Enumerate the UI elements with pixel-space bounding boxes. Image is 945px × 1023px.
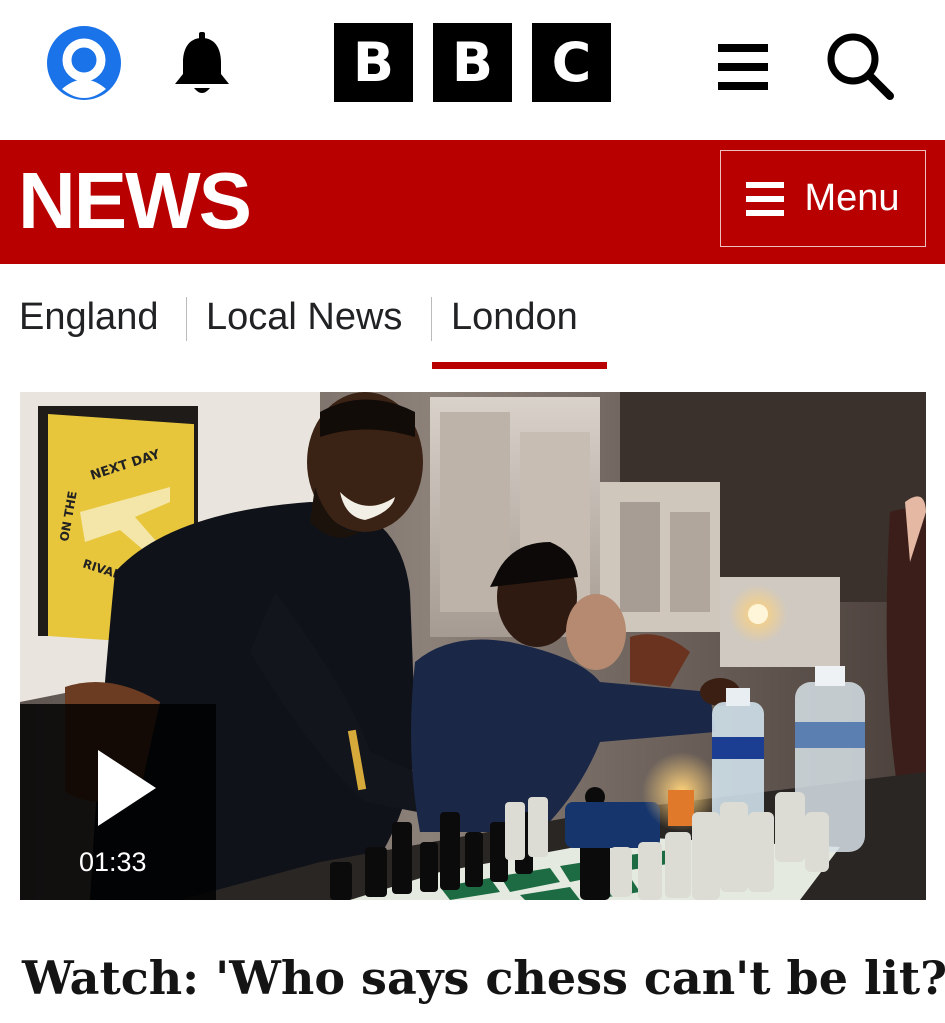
logo-letter-b2: B [433,23,512,102]
bell-icon[interactable] [170,30,234,98]
news-bar: NEWS Menu [0,140,945,264]
section-nav: England Local News London [0,264,945,374]
menu-button[interactable]: Menu [720,150,926,247]
top-bar: B B C [0,0,945,140]
play-button[interactable]: 01:33 [20,704,216,900]
news-title[interactable]: NEWS [18,159,252,243]
nav-item-england[interactable]: England [19,294,158,340]
nav-separator [186,297,187,341]
logo-letter-c: C [532,23,611,102]
article-headline[interactable]: Watch: 'Who says chess can't be lit?' [22,950,945,1006]
hamburger-icon[interactable] [718,44,768,90]
logo-letter-b1: B [334,23,413,102]
video-player[interactable]: NEXT DAY ON THE RIVALS ON [20,392,926,900]
nav-separator [431,297,432,341]
account-icon[interactable] [47,26,121,100]
nav-item-local-news[interactable]: Local News [206,294,402,340]
play-icon [98,750,156,826]
hamburger-icon [746,181,785,216]
video-duration: 01:33 [79,847,147,877]
bbc-logo[interactable]: B B C [334,23,611,102]
search-icon[interactable] [826,32,894,100]
nav-active-indicator [432,362,607,369]
nav-item-london[interactable]: London [451,294,578,340]
menu-label: Menu [804,177,900,219]
